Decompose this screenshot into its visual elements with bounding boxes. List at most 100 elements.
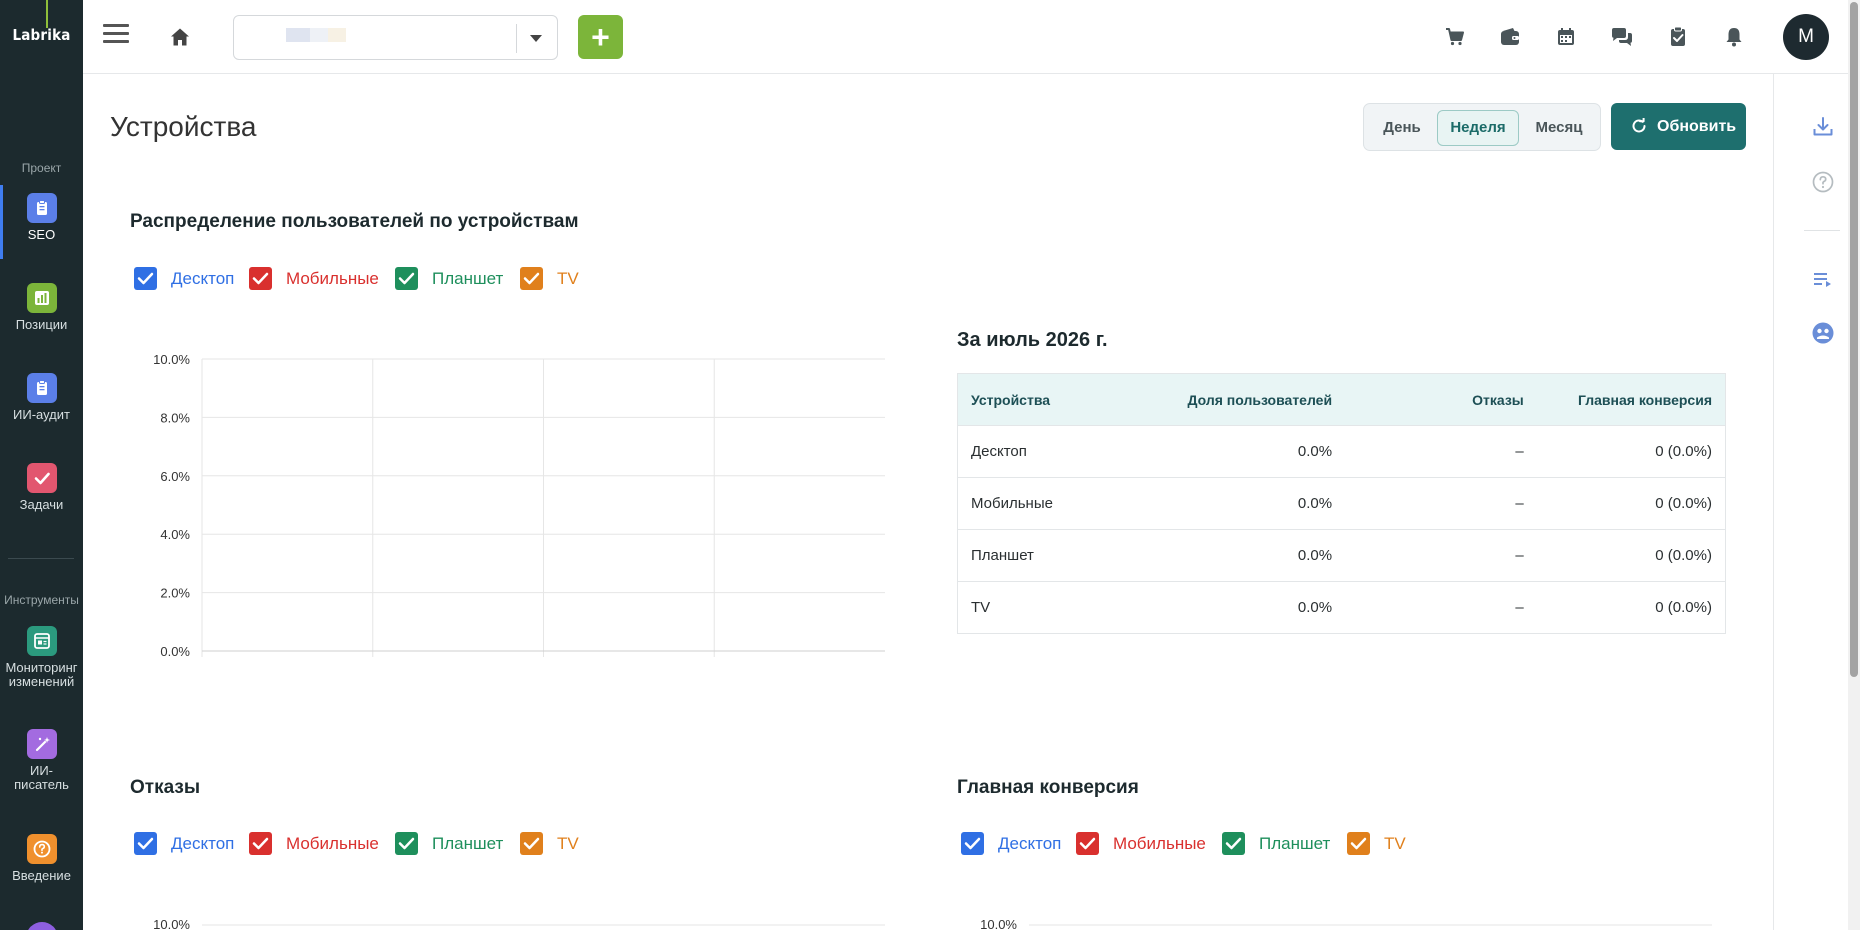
legend-label: Мобильные bbox=[286, 834, 379, 853]
y-tick-label: 10.0% bbox=[153, 917, 190, 930]
checkbox-checked-icon[interactable] bbox=[961, 832, 984, 855]
legend-label: TV bbox=[557, 269, 579, 288]
support-icon[interactable] bbox=[1810, 320, 1836, 346]
sidebar-divider bbox=[8, 558, 74, 559]
sidebar-item-ai-audit[interactable]: ИИ-аудит bbox=[0, 373, 83, 422]
distribution-title: Распределение пользователей по устройств… bbox=[130, 211, 579, 232]
legend-distribution: Десктоп Мобильные Планшет TV bbox=[134, 267, 594, 291]
checkbox-checked-icon[interactable] bbox=[1076, 832, 1099, 855]
table-cell: Планшет bbox=[957, 529, 1148, 582]
playlist-icon[interactable] bbox=[1810, 266, 1836, 292]
download-icon[interactable] bbox=[1810, 114, 1836, 140]
bounces-title: Отказы bbox=[130, 777, 201, 798]
period-week-button[interactable]: Неделя bbox=[1437, 110, 1519, 146]
sidebar-section-project: Проект bbox=[21, 161, 62, 175]
menu-icon[interactable] bbox=[103, 24, 129, 50]
table-row: Десктоп 0.0% – 0 (0.0%) bbox=[957, 425, 1726, 478]
select-separator bbox=[516, 24, 517, 53]
period-day-button[interactable]: День bbox=[1372, 110, 1432, 146]
calendar-icon[interactable] bbox=[1551, 22, 1581, 52]
chat-icon[interactable] bbox=[1607, 22, 1637, 52]
help-icon[interactable] bbox=[1810, 169, 1836, 195]
clipboard-icon bbox=[26, 373, 57, 403]
sidebar-item-tasks[interactable]: Задачи bbox=[0, 463, 83, 512]
right-rail bbox=[1773, 74, 1860, 930]
checkbox-checked-icon[interactable] bbox=[395, 832, 418, 855]
table-header-row: Устройства Доля пользователей Отказы Гла… bbox=[957, 373, 1726, 426]
checkbox-checked-icon[interactable] bbox=[520, 832, 543, 855]
y-tick-label: 0.0% bbox=[160, 644, 190, 659]
table-cell: 0 (0.0%) bbox=[1536, 529, 1726, 582]
distribution-chart: 0.0% 2.0% 4.0% 6.0% 8.0% 10.0% bbox=[153, 352, 885, 659]
y-tick-label: 6.0% bbox=[160, 469, 190, 484]
legend-bounces: Десктоп Мобильные Планшет TV bbox=[134, 832, 594, 856]
checkbox-checked-icon[interactable] bbox=[134, 267, 157, 290]
logo[interactable]: Labrika bbox=[0, 0, 83, 74]
y-tick-label: 4.0% bbox=[160, 527, 190, 542]
table-header[interactable]: Отказы bbox=[1345, 373, 1537, 426]
table-row: TV 0.0% – 0 (0.0%) bbox=[957, 581, 1726, 634]
clipboard-check-icon[interactable] bbox=[1663, 22, 1693, 52]
refresh-button[interactable]: Обновить bbox=[1611, 103, 1746, 150]
period-switcher: День Неделя Месяц bbox=[1363, 103, 1601, 151]
magic-wand-icon bbox=[26, 729, 57, 759]
refresh-label: Обновить bbox=[1657, 118, 1737, 135]
table-cell: – bbox=[1345, 425, 1537, 478]
table-row: Мобильные 0.0% – 0 (0.0%) bbox=[957, 477, 1726, 530]
table-cell: – bbox=[1345, 581, 1537, 634]
checkbox-checked-icon[interactable] bbox=[134, 832, 157, 855]
sidebar-item-label: SEO bbox=[27, 227, 56, 242]
sidebar-item-intro[interactable]: Введение bbox=[0, 834, 83, 883]
home-icon[interactable] bbox=[167, 24, 193, 50]
y-tick-label: 10.0% bbox=[153, 352, 190, 367]
sidebar-item-ai-writer[interactable]: ИИ-писатель bbox=[0, 729, 83, 792]
sidebar-item-seo[interactable]: SEO bbox=[0, 185, 83, 259]
y-tick-label: 2.0% bbox=[160, 586, 190, 601]
table-cell: – bbox=[1345, 477, 1537, 530]
legend-label: Десктоп bbox=[998, 834, 1062, 853]
checkbox-checked-icon[interactable] bbox=[249, 267, 272, 290]
sidebar-item-label: Позиции bbox=[15, 317, 68, 332]
sidebar-section-tools: Инструменты bbox=[4, 593, 79, 607]
cart-icon[interactable] bbox=[1440, 22, 1470, 52]
checkbox-checked-icon[interactable] bbox=[1222, 832, 1245, 855]
sidebar-item-label: Мониторинг изменений bbox=[5, 660, 78, 689]
sidebar-item-label: ИИ-писатель bbox=[14, 763, 69, 792]
wallet-icon[interactable] bbox=[1495, 22, 1525, 52]
y-tick-label: 10.0% bbox=[980, 917, 1017, 930]
page-scrollbar[interactable] bbox=[1848, 0, 1860, 930]
scrollbar-thumb[interactable] bbox=[1850, 2, 1858, 677]
sidebar-extra-item-icon[interactable] bbox=[26, 922, 58, 930]
period-month-button[interactable]: Месяц bbox=[1524, 110, 1594, 146]
legend-label: TV bbox=[557, 834, 579, 853]
checkbox-checked-icon[interactable] bbox=[1347, 832, 1370, 855]
right-rail-divider bbox=[1804, 230, 1840, 231]
legend-conversion: Десктоп Мобильные Планшет TV bbox=[961, 832, 1421, 856]
table-cell: TV bbox=[957, 581, 1148, 634]
legend-label: Десктоп bbox=[171, 834, 235, 853]
sidebar-item-label: Введение bbox=[12, 868, 71, 883]
logo-accent-line bbox=[46, 0, 48, 28]
top-bar: + M bbox=[83, 0, 1860, 74]
sidebar-item-label: ИИ-аудит bbox=[13, 407, 70, 422]
table-header[interactable]: Устройства bbox=[957, 373, 1148, 426]
project-select[interactable] bbox=[233, 15, 558, 60]
add-project-button[interactable]: + bbox=[578, 15, 623, 59]
sidebar-item-positions[interactable]: Позиции bbox=[0, 283, 83, 332]
table-cell: 0 (0.0%) bbox=[1536, 477, 1726, 530]
refresh-icon bbox=[1632, 118, 1646, 133]
chevron-down-icon[interactable] bbox=[530, 35, 542, 42]
conversion-chart: 10.0% bbox=[980, 917, 1712, 930]
sidebar-item-monitoring[interactable]: Мониторинг изменений bbox=[0, 626, 83, 689]
bell-icon[interactable] bbox=[1719, 22, 1749, 52]
table-header[interactable]: Доля пользователей bbox=[1147, 373, 1346, 426]
avatar[interactable]: M bbox=[1783, 14, 1829, 60]
table-cell: – bbox=[1345, 529, 1537, 582]
legend-label: TV bbox=[1384, 834, 1406, 853]
sidebar-item-label: Задачи bbox=[19, 497, 64, 512]
bounces-chart: 10.0% bbox=[153, 917, 885, 930]
checkbox-checked-icon[interactable] bbox=[395, 267, 418, 290]
checkbox-checked-icon[interactable] bbox=[249, 832, 272, 855]
checkbox-checked-icon[interactable] bbox=[520, 267, 543, 290]
table-header[interactable]: Главная конверсия bbox=[1536, 373, 1726, 426]
